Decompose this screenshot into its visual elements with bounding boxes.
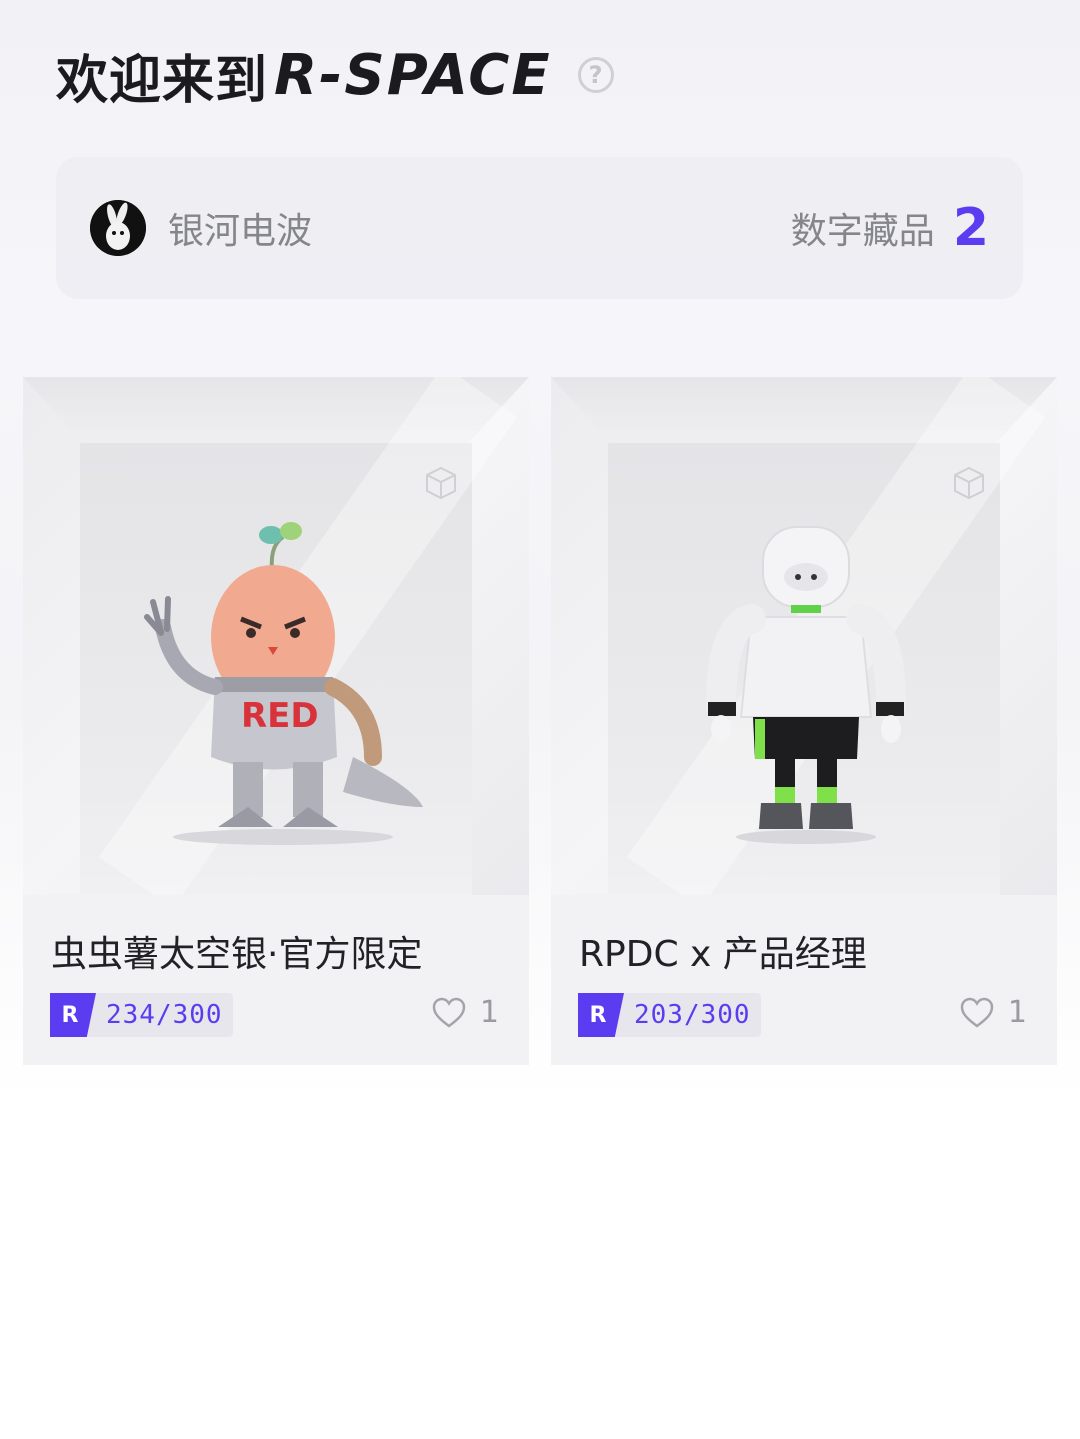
page: 欢迎来到 R-SPACE ? 银河电波 数字藏品 2 RED 虫虫薯太空银·官方… <box>0 0 1080 1439</box>
display-case: RED <box>23 377 529 895</box>
collection-count: 2 <box>952 198 989 258</box>
rabbit-icon <box>90 200 146 256</box>
collection-label: 数字藏品 <box>790 211 935 252</box>
page-header: 欢迎来到 R-SPACE ? <box>56 40 614 111</box>
username[interactable]: 银河电波 <box>168 202 312 254</box>
collectible-card[interactable]: RED 虫虫薯太空银·官方限定 R 234/300 1 <box>23 377 529 1065</box>
r-logo-icon: R <box>578 993 624 1037</box>
help-icon[interactable]: ? <box>577 57 614 93</box>
like-button[interactable]: 1 <box>432 995 499 1030</box>
card-title[interactable]: RPDC x 产品经理 <box>579 925 867 977</box>
edition-count: 234/300 <box>106 1000 223 1030</box>
card-title[interactable]: 虫虫薯太空银·官方限定 <box>51 925 422 977</box>
avatar[interactable] <box>90 200 146 256</box>
profile-card[interactable]: 银河电波 数字藏品 2 <box>56 157 1023 299</box>
edition-badge: R 203/300 <box>578 993 761 1037</box>
heart-icon <box>432 997 466 1028</box>
heart-icon <box>960 997 994 1028</box>
robot-dinosaur-figure: RED <box>144 522 423 845</box>
r-logo-icon: R <box>50 993 96 1037</box>
3d-cube-icon[interactable] <box>951 465 987 501</box>
3d-cube-icon[interactable] <box>423 465 459 501</box>
white-hoodie-figure <box>706 526 906 844</box>
like-count: 1 <box>479 995 499 1030</box>
edition-count: 203/300 <box>634 1000 751 1030</box>
like-button[interactable]: 1 <box>960 995 1027 1030</box>
svg-text:RED: RED <box>241 696 319 736</box>
edition-badge: R 234/300 <box>50 993 233 1037</box>
display-case <box>551 377 1057 895</box>
like-count: 1 <box>1007 995 1027 1030</box>
brand-title: R-SPACE <box>274 42 552 108</box>
welcome-title: 欢迎来到 <box>56 50 269 111</box>
collectible-card[interactable]: RPDC x 产品经理 R 203/300 1 <box>551 377 1057 1065</box>
